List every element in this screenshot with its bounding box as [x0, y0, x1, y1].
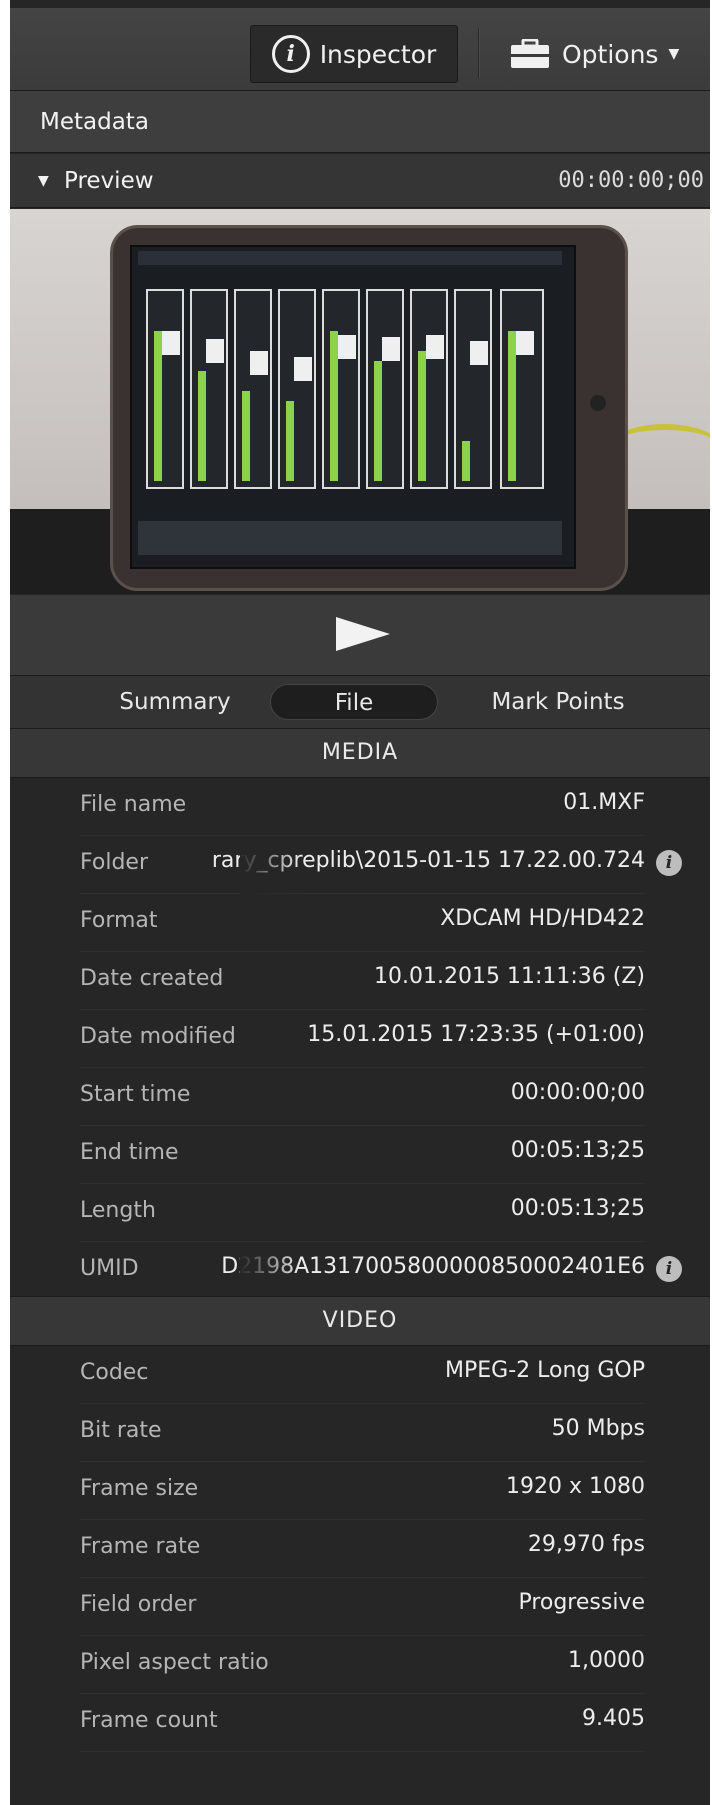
options-button[interactable]: Options ▼ — [510, 25, 705, 83]
table-row: Format XDCAM HD/HD422 — [80, 894, 645, 952]
text-fade — [240, 1242, 300, 1300]
table-row: Folder rary_cpreplib\2015-01-15 17.22.00… — [80, 836, 682, 894]
table-row: Date created 10.01.2015 11:11:36 (Z) — [80, 952, 645, 1010]
table-row: Length 00:05:13;25 — [80, 1184, 645, 1242]
row-key: Date created — [80, 966, 224, 991]
tab-summary[interactable]: Summary — [110, 676, 240, 728]
row-value: MPEG-2 Long GOP — [445, 1358, 645, 1383]
row-value: 1920 x 1080 — [506, 1474, 645, 1499]
inspector-label: Inspector — [319, 39, 437, 69]
info-icon[interactable]: i — [656, 1256, 682, 1282]
info-icon: i — [271, 35, 310, 73]
media-section-header: MEDIA — [10, 728, 710, 778]
preview-label: Preview — [64, 168, 154, 194]
row-key: Date modified — [80, 1024, 236, 1049]
info-icon[interactable]: i — [656, 850, 682, 876]
row-value: 9.405 — [582, 1706, 645, 1731]
play-icon[interactable] — [336, 617, 390, 651]
table-row: Date modified 15.01.2015 17:23:35 (+01:0… — [80, 1010, 645, 1068]
row-key: Length — [80, 1198, 156, 1223]
table-row: Start time 00:00:00;00 — [80, 1068, 645, 1126]
row-key: Frame rate — [80, 1534, 201, 1559]
mixer-strip — [278, 289, 316, 489]
home-button-dot — [590, 395, 606, 411]
mixer-strip — [454, 289, 492, 489]
row-value: Progressive — [518, 1590, 645, 1615]
briefcase-icon — [511, 39, 549, 68]
video-section-header: VIDEO — [10, 1296, 710, 1346]
tab-mark-points[interactable]: Mark Points — [458, 676, 658, 728]
row-value: 15.01.2015 17:23:35 (+01:00) — [307, 1022, 645, 1047]
row-key: Field order — [80, 1592, 197, 1617]
tab-bar: Summary File Mark Points — [10, 676, 710, 729]
preview-header[interactable]: ▼ Preview 00:00:00;00 — [10, 154, 710, 208]
table-row: End time 00:05:13;25 — [80, 1126, 645, 1184]
row-key: Format — [80, 908, 158, 933]
mixer-strip — [500, 289, 544, 489]
table-row: Frame size 1920 x 1080 — [80, 1462, 645, 1520]
table-row: Bit rate 50 Mbps — [80, 1404, 645, 1462]
row-value: 00:05:13;25 — [510, 1138, 645, 1163]
mixer-strip — [146, 289, 184, 489]
row-value: 10.01.2015 11:11:36 (Z) — [374, 964, 645, 989]
row-key: Frame size — [80, 1476, 199, 1501]
table-row: Pixel aspect ratio 1,0000 — [80, 1636, 645, 1694]
row-key: Folder — [80, 850, 148, 875]
mixer-strip — [322, 289, 360, 489]
mixer-strip — [366, 289, 404, 489]
row-value: 00:05:13;25 — [510, 1196, 645, 1221]
row-key: Start time — [80, 1082, 191, 1107]
row-key: Bit rate — [80, 1418, 162, 1443]
screen-top-bar — [138, 251, 562, 265]
disclosure-triangle-icon[interactable]: ▼ — [38, 154, 49, 208]
row-value: 01.MXF — [563, 790, 645, 815]
table-row: Codec MPEG-2 Long GOP — [80, 1346, 645, 1404]
chevron-down-icon: ▼ — [668, 46, 680, 62]
toolbar: i Inspector Options ▼ — [10, 8, 710, 91]
row-key: UMID — [80, 1256, 139, 1281]
row-key: Frame count — [80, 1708, 218, 1733]
row-key: File name — [80, 792, 187, 817]
screen-bottom-bar — [138, 521, 562, 555]
row-value: XDCAM HD/HD422 — [440, 906, 645, 931]
playback-bar — [10, 595, 710, 676]
tab-file[interactable]: File — [270, 684, 438, 720]
metadata-header: Metadata — [10, 91, 710, 153]
row-key: End time — [80, 1140, 179, 1165]
video-preview — [10, 209, 710, 594]
table-row: Frame rate 29,970 fps — [80, 1520, 645, 1578]
table-row: Field order Progressive — [80, 1578, 645, 1636]
row-value: 00:00:00;00 — [510, 1080, 645, 1105]
options-label: Options — [562, 39, 659, 69]
table-row: UMID D2198A1317005800000850002401E6 i — [80, 1242, 682, 1300]
text-fade — [240, 836, 300, 894]
row-key: Codec — [80, 1360, 149, 1385]
preview-timecode: 00:00:00;00 — [558, 168, 704, 193]
inspector-panel: i Inspector Options ▼ Metadata ▼ Preview… — [10, 0, 710, 1805]
row-value: 1,0000 — [568, 1648, 645, 1673]
toolbar-divider — [478, 28, 479, 78]
table-row: Frame count 9.405 — [80, 1694, 645, 1752]
row-value: 29,970 fps — [527, 1532, 645, 1557]
row-key: Pixel aspect ratio — [80, 1650, 269, 1675]
table-row: File name 01.MXF — [80, 778, 645, 836]
mixer-strip — [234, 289, 272, 489]
mixer-strip — [410, 289, 448, 489]
inspector-button[interactable]: i Inspector — [250, 25, 458, 83]
mixer-strip — [190, 289, 228, 489]
row-value: 50 Mbps — [551, 1416, 645, 1441]
